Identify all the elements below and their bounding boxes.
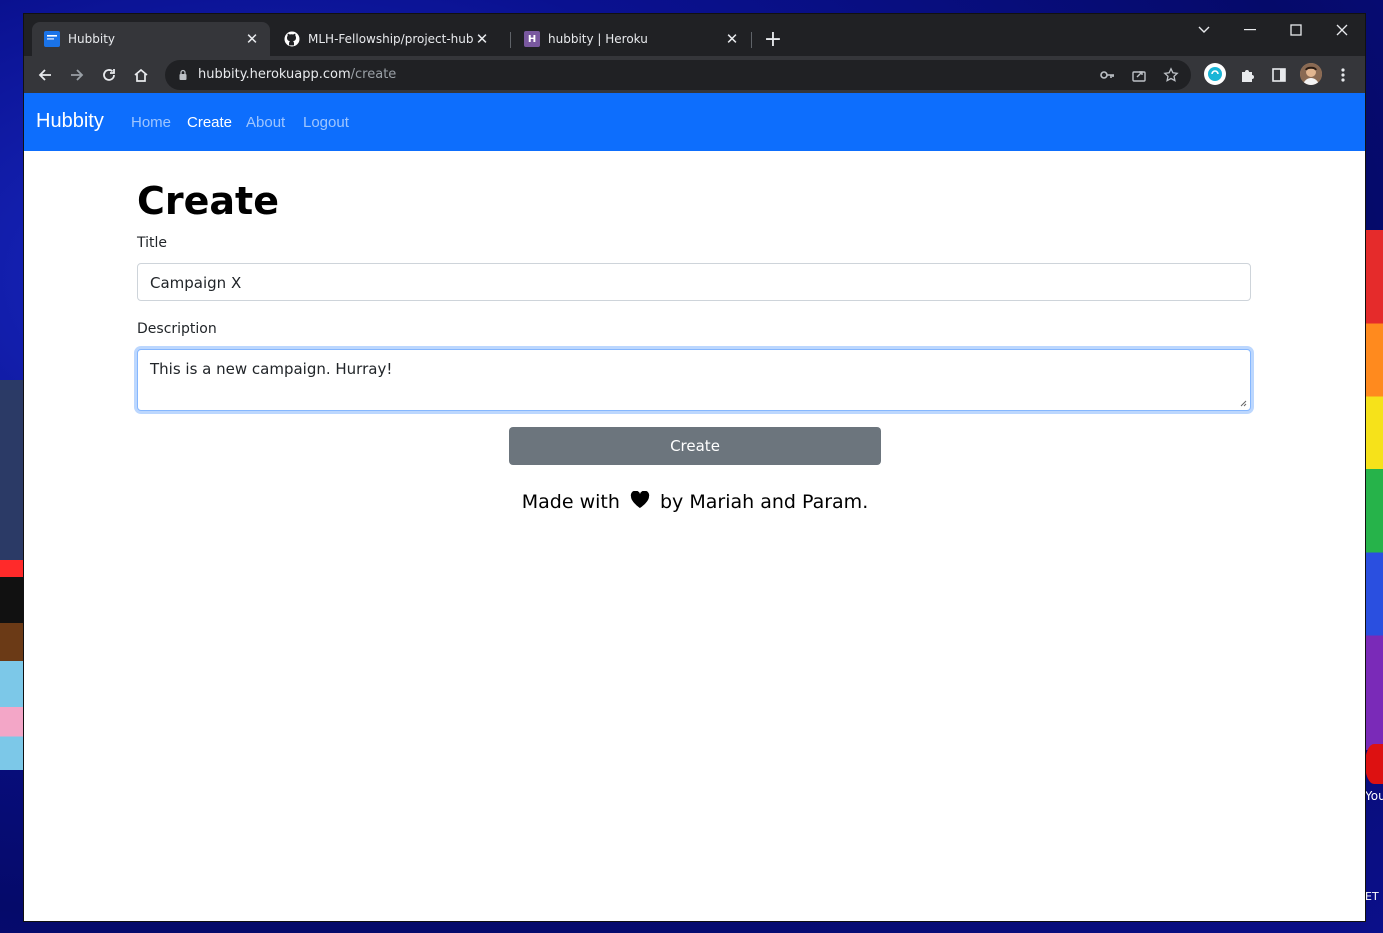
browser-window: Hubbity ✕ MLH-Fellowship/project-hubbity… [24,14,1365,921]
title-input-value: Campaign X [150,274,242,292]
web-page: Hubbity Home Create About Logout Create … [24,93,1365,921]
close-tab-icon[interactable]: ✕ [474,30,490,48]
share-icon[interactable] [1127,63,1151,87]
description-label: Description [137,321,217,337]
nav-link-create[interactable]: Create [187,114,232,131]
minimize-icon[interactable] [1228,18,1272,42]
footer-text: Made with by Mariah and Param. [137,490,1253,514]
site-navbar: Hubbity Home Create About Logout [24,93,1365,151]
extension-icon[interactable] [1204,63,1226,85]
close-tab-icon[interactable]: ✕ [244,30,260,48]
github-icon [284,31,300,47]
tab-title: MLH-Fellowship/project-hubbity [308,32,474,46]
profile-avatar[interactable] [1300,63,1322,85]
heroku-favicon-icon: H [524,31,540,47]
back-arrow-icon[interactable] [31,61,59,89]
tab-strip: Hubbity ✕ MLH-Fellowship/project-hubbity… [24,14,1365,56]
bookmark-star-icon[interactable] [1159,63,1183,87]
desktop-app-icon[interactable] [1365,744,1383,784]
url-host: hubbity.herokuapp.com [198,67,351,82]
resize-handle-icon[interactable] [1239,399,1247,407]
nav-link-home[interactable]: Home [131,114,171,131]
title-label: Title [137,235,168,251]
tab-heroku[interactable]: H hubbity | Heroku ✕ [512,22,750,56]
key-icon[interactable] [1095,63,1119,87]
desktop-icon-label: You Mu [1365,789,1383,803]
maximize-icon[interactable] [1274,18,1318,42]
desktop-flag-graphic [0,560,24,770]
new-tab-icon[interactable]: + [761,27,785,52]
footer-prefix: Made with [521,491,620,513]
page-title: Create [137,179,279,223]
desktop-icon-label: ET In the [1365,890,1383,903]
create-submit-button[interactable]: Create [509,427,881,465]
footer-suffix: by Mariah and Param. [660,491,869,513]
lock-icon[interactable] [175,67,191,83]
navbar-brand[interactable]: Hubbity [36,110,104,133]
title-input[interactable]: Campaign X [137,263,1251,301]
desktop-rainbow-graphic [1365,230,1383,750]
address-bar[interactable]: hubbity.herokuapp.com/create [165,60,1191,90]
description-textarea-value: This is a new campaign. Hurray! [150,360,393,378]
close-tab-icon[interactable]: ✕ [724,30,740,48]
browser-menu-icon[interactable] [1329,61,1357,89]
tab-title: Hubbity [68,32,116,46]
tab-github[interactable]: MLH-Fellowship/project-hubbity ✕ [272,22,500,56]
reload-icon[interactable] [95,61,123,89]
url-text: hubbity.herokuapp.com/create [198,67,396,82]
home-icon[interactable] [127,61,155,89]
forward-arrow-icon[interactable] [63,61,91,89]
side-panel-icon[interactable] [1265,61,1293,89]
tab-title: hubbity | Heroku [548,32,648,46]
browser-toolbar: hubbity.herokuapp.com/create [24,56,1365,93]
close-window-icon[interactable] [1320,18,1364,42]
nav-link-about[interactable]: About [246,114,285,131]
nav-link-logout[interactable]: Logout [303,114,349,131]
hubbity-favicon-icon [44,31,60,47]
url-path: /create [350,67,397,82]
heart-icon [630,490,650,514]
description-textarea[interactable]: This is a new campaign. Hurray! [137,349,1251,411]
extensions-puzzle-icon[interactable] [1233,61,1261,89]
tab-separator [510,32,511,48]
tab-separator [751,32,752,48]
tab-search-icon[interactable] [1182,18,1226,42]
tab-hubbity[interactable]: Hubbity ✕ [32,22,270,56]
